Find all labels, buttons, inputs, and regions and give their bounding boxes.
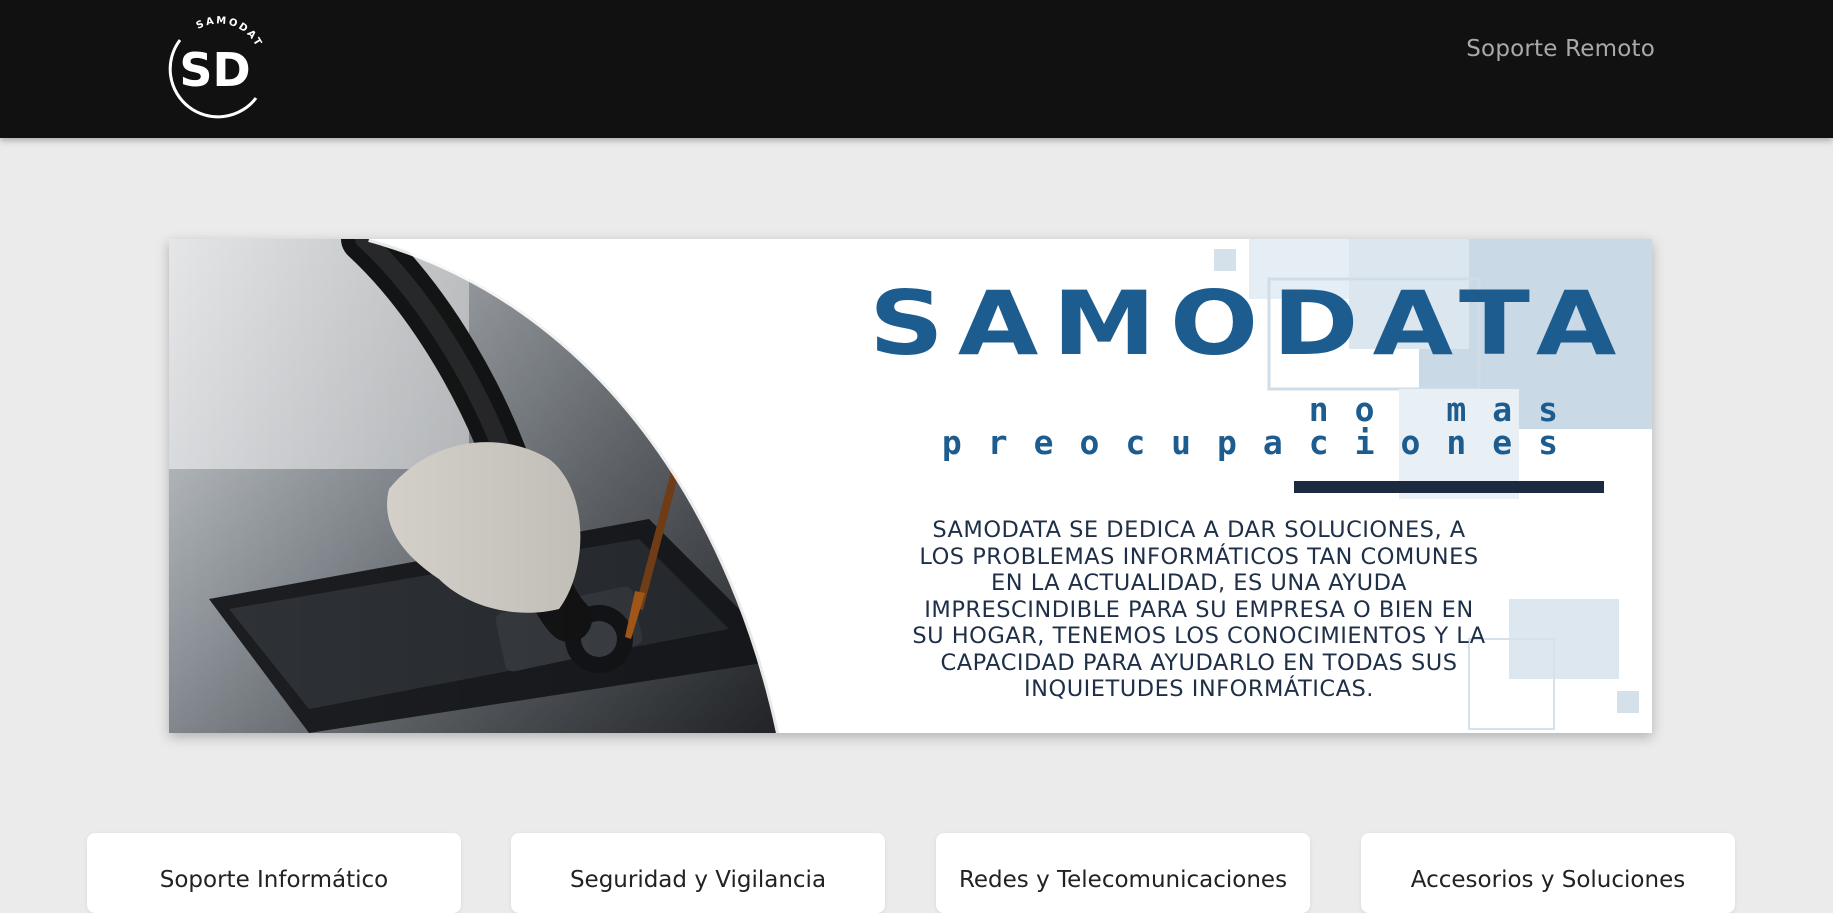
- samodata-logo[interactable]: SAMODATA SD: [155, 2, 270, 120]
- service-card-soporte[interactable]: Soporte Informático: [87, 833, 461, 913]
- description-line: EN LA ACTUALIDAD, ES UNA AYUDA: [991, 570, 1407, 596]
- banner-description: SAMODATA SE DEDICA A DAR SOLUCIONES, A L…: [829, 517, 1569, 703]
- service-card-title: Accesorios y Soluciones: [1410, 867, 1686, 893]
- service-card-title: Seguridad y Vigilancia: [569, 867, 827, 893]
- description-line: SAMODATA SE DEDICA A DAR SOLUCIONES, A: [932, 517, 1466, 543]
- technician-photo: [169, 239, 779, 733]
- banner-divider: [1294, 481, 1604, 493]
- service-card-accesorios[interactable]: Accesorios y Soluciones: [1361, 833, 1735, 913]
- description-line: CAPACIDAD PARA AYUDARLO EN TODAS SUS: [940, 649, 1458, 676]
- banner-tagline: no mas preocupaciones: [941, 390, 1584, 462]
- nav-soporte-remoto-link[interactable]: Soporte Remoto: [1466, 36, 1655, 62]
- description-line: IMPRESCINDIBLE PARA SU EMPRESA O BIEN EN: [924, 596, 1474, 623]
- logo-initials: SD: [179, 43, 250, 97]
- description-line: SU HOGAR, TENEMOS LOS CONOCIMIENTOS Y LA: [912, 623, 1486, 649]
- logo-mark: SAMODATA SD: [155, 2, 262, 119]
- service-card-title: Redes y Telecomunicaciones: [958, 867, 1288, 893]
- banner-brand-title: SAMODATA: [869, 271, 1631, 376]
- top-navbar: SAMODATA SD Soporte Remoto: [0, 0, 1833, 138]
- service-card-redes[interactable]: Redes y Telecomunicaciones: [936, 833, 1310, 913]
- description-line: INQUIETUDES INFORMÁTICAS.: [1024, 676, 1374, 702]
- description-line: LOS PROBLEMAS INFORMÁTICOS TAN COMUNES: [919, 543, 1479, 570]
- service-card-title: Soporte Informático: [159, 867, 389, 893]
- service-card-seguridad[interactable]: Seguridad y Vigilancia: [511, 833, 885, 913]
- services-cards: Soporte Informático Seguridad y Vigilanc…: [0, 833, 1833, 913]
- hero-banner: SAMODATA no mas preocupaciones SAMODATA …: [169, 239, 1652, 733]
